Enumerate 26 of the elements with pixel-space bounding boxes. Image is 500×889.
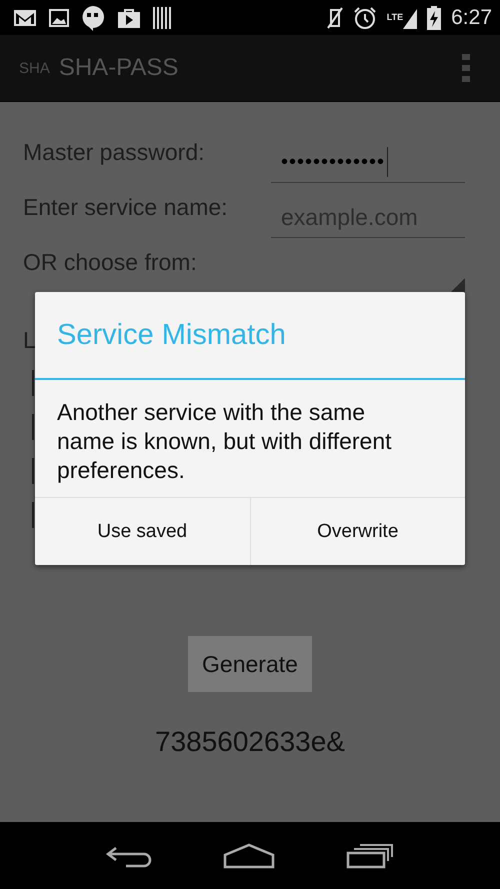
mail-icon [13,8,37,26]
service-name-label: Enter service name: [23,194,228,221]
generate-button[interactable]: Generate [188,636,312,692]
alarm-clock-icon [352,6,377,30]
dropdown-corner-icon [451,278,465,292]
dialog-button[interactable]: Overwrite [250,498,465,565]
dialog-button[interactable]: Use saved [35,498,250,565]
shopping-bag-icon [117,6,141,28]
barcode-icon [153,6,171,28]
network-type-label: LTE [386,12,404,22]
battery-charging-icon [427,6,442,30]
chat-bubble-icon [81,4,105,30]
vibrate-off-icon [326,6,343,28]
dialog-title: Service Mismatch [35,292,465,380]
password-label: Master password: [23,139,205,166]
section-label: L [23,327,36,354]
recent-apps-icon[interactable] [346,842,394,868]
clock-time: 6:27 [451,6,492,30]
app-title: SHA-PASS [58,54,180,82]
dialog-message: Another service with the same name is known, but with different preferences. [56,398,393,485]
app-logo: SHA [19,60,50,76]
generated-password: 7385602633e& [155,726,345,758]
home-icon[interactable] [222,842,275,868]
signal-icon [403,6,418,28]
choose-label: OR choose from: [23,249,197,276]
image-icon [49,8,69,26]
